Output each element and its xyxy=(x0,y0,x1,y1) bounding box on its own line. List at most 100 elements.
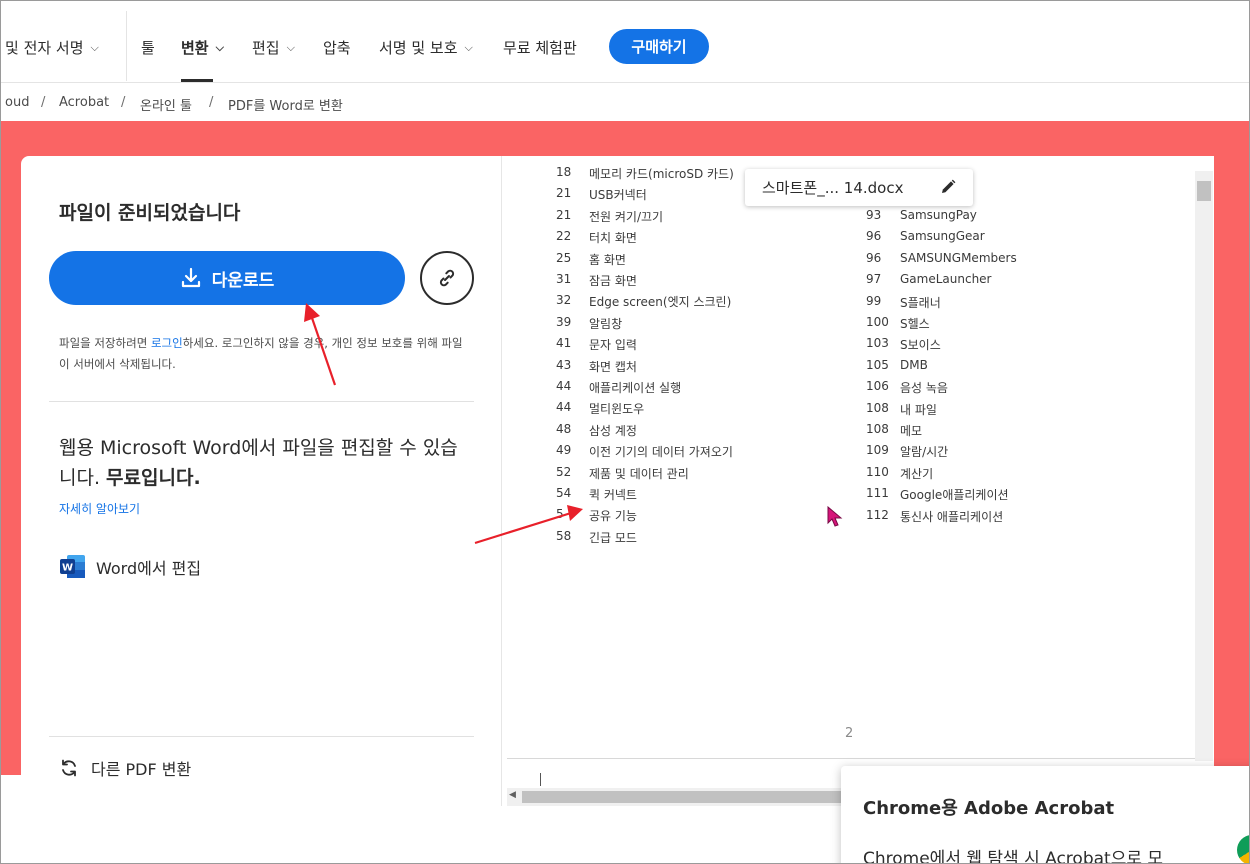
learn-more-link[interactable]: 자세히 알아보기 xyxy=(59,500,140,517)
toc-entry: 통신사 애플리케이션 xyxy=(900,510,1004,524)
toc-entry: Edge screen(엣지 스크린) xyxy=(589,295,732,309)
toc-page-number: 100 xyxy=(866,315,889,329)
toc-entry: 계산기 xyxy=(900,467,934,481)
nav-label: 및 전자 서명 xyxy=(5,39,84,57)
breadcrumb: oud / Acrobat / 온라인 툴 / PDF를 Word로 변환 xyxy=(1,83,1249,121)
toc-entry: S헬스 xyxy=(900,317,930,331)
toc-entry: 애플리케이션 실행 xyxy=(589,381,682,395)
toc-entry: 메모리 카드(microSD 카드) xyxy=(589,167,734,181)
toc-page-number: 110 xyxy=(866,465,889,479)
save-note: 파일을 저장하려면 로그인하세요. 로그인하지 않을 경우, 개인 정보 보호를… xyxy=(59,333,469,375)
convert-another-pdf-button[interactable]: 다른 PDF 변환 xyxy=(59,756,191,780)
download-label: 다운로드 xyxy=(211,270,275,290)
toc-entry: 제품 및 데이터 관리 xyxy=(589,467,689,481)
toc-page-number: 96 xyxy=(866,251,882,265)
toc-entry: 문자 입력 xyxy=(589,338,637,352)
toc-page-number: 49 xyxy=(556,443,572,457)
nav-label: 서명 및 보호 xyxy=(379,39,458,57)
nav-item-sign[interactable]: 및 전자 서명 ⌵ xyxy=(5,37,99,58)
browser-frame: 및 전자 서명 ⌵ 툴 변환 ⌵ 편집 ⌵ 압축 서명 및 보호 ⌵ 무료 체험… xyxy=(0,0,1250,864)
toc-page-number: 22 xyxy=(556,229,572,243)
save-note-text: 파일을 저장하려면 xyxy=(59,336,151,350)
nav-item-compress[interactable]: 압축 xyxy=(323,37,351,58)
toc-page-number: 5 xyxy=(556,507,564,521)
pencil-icon[interactable] xyxy=(939,178,957,196)
vertical-scroll-thumb[interactable] xyxy=(1197,181,1211,201)
horizontal-scroll-thumb[interactable] xyxy=(522,791,842,803)
toc-entry: 퀵 커넥트 xyxy=(589,488,637,502)
toc-page-number: 58 xyxy=(556,529,572,543)
toc-page-number: 112 xyxy=(866,508,889,522)
toc-entry: SamsungPay xyxy=(900,208,977,222)
toc-page-number: 43 xyxy=(556,358,572,372)
download-button[interactable]: 다운로드 xyxy=(49,251,405,305)
breadcrumb-separator: / xyxy=(41,95,46,110)
svg-text:W: W xyxy=(62,563,73,574)
toc-entry: 삼성 계정 xyxy=(589,424,637,438)
result-panel: 파일이 준비되었습니다 다운로드 파일을 저장하려면 로그인하세요. 로그인하지… xyxy=(21,156,501,806)
toc-entry: 잠금 화면 xyxy=(589,274,637,288)
toc-page-number: 44 xyxy=(556,400,572,414)
file-ready-title: 파일이 준비되었습니다 xyxy=(59,202,241,224)
text-cursor xyxy=(540,773,541,786)
nav-label: 툴 xyxy=(141,39,155,57)
top-navigation: 및 전자 서명 ⌵ 툴 변환 ⌵ 편집 ⌵ 압축 서명 및 보호 ⌵ 무료 체험… xyxy=(1,1,1249,83)
link-icon xyxy=(439,269,455,287)
nav-label: 무료 체험판 xyxy=(503,39,577,57)
page-bottom-edge xyxy=(507,758,1197,759)
active-tab-indicator xyxy=(181,79,213,82)
toc-page-number: 44 xyxy=(556,379,572,393)
chrome-extension-promo[interactable]: Chrome용 Adobe Acrobat Chrome에서 웹 탐색 시 Ac… xyxy=(841,766,1249,864)
toc-entry: 홈 화면 xyxy=(589,253,626,267)
toc-entry: SamsungGear xyxy=(900,229,985,243)
toc-entry: USB커넥터 xyxy=(589,188,647,202)
vertical-scrollbar[interactable] xyxy=(1195,171,1213,761)
toc-page-number: 48 xyxy=(556,422,572,436)
toc-entry: 내 파일 xyxy=(900,403,937,417)
document-preview[interactable]: 통신사 애플리케이션 112 Google애플리케이션 111 계산기 110 알람/시간 1… xyxy=(501,156,1214,806)
page-number: 2 xyxy=(845,726,854,741)
nav-item-edit[interactable]: 편집 ⌵ xyxy=(252,37,295,58)
toc-page-number: 99 xyxy=(866,294,882,308)
toc-entry: 멀티윈도우 xyxy=(589,402,645,416)
toc-entry: S보이스 xyxy=(900,338,941,352)
chevron-down-icon: ⌵ xyxy=(286,40,295,54)
nav-label: 압축 xyxy=(323,39,351,57)
nav-item-tools[interactable]: 툴 xyxy=(141,37,155,58)
promo-bold-text: 무료입니다. xyxy=(106,467,201,489)
breadcrumb-item[interactable]: Acrobat xyxy=(59,95,109,110)
edit-in-word-button[interactable]: W Word에서 편집 xyxy=(59,553,201,580)
toc-entry: 전원 켜기/끄기 xyxy=(589,210,664,224)
nav-item-sign-protect[interactable]: 서명 및 보호 ⌵ xyxy=(379,37,473,58)
toc-page-number: 93 xyxy=(866,208,882,222)
toc-page-number: 54 xyxy=(556,486,572,500)
nav-item-free-trial[interactable]: 무료 체험판 xyxy=(503,37,577,58)
toc-page-number: 39 xyxy=(556,315,572,329)
section-divider xyxy=(49,736,474,737)
chevron-down-icon: ⌵ xyxy=(464,40,473,54)
nav-label: 편집 xyxy=(252,39,280,57)
toc-entry: 알림창 xyxy=(589,317,623,331)
login-link[interactable]: 로그인 xyxy=(151,336,183,350)
toc-page-number: 41 xyxy=(556,336,572,350)
download-icon xyxy=(181,267,200,288)
toc-page-number: 97 xyxy=(866,272,882,286)
toc-page-number: 109 xyxy=(866,443,889,457)
toc-entry: DMB xyxy=(900,358,928,372)
chrome-promo-description: Chrome에서 웹 탐색 시 Acrobat으로 모 xyxy=(863,849,1164,864)
breadcrumb-item[interactable]: 온라인 툴 xyxy=(140,95,192,114)
scroll-left-arrow-icon[interactable]: ◀ xyxy=(509,790,516,800)
convert-another-label: 다른 PDF 변환 xyxy=(91,760,192,779)
nav-divider xyxy=(126,11,127,81)
share-link-button[interactable] xyxy=(420,251,474,305)
toc-entry: S플래너 xyxy=(900,296,941,310)
chevron-down-icon: ⌵ xyxy=(90,40,99,54)
nav-item-convert[interactable]: 변환 ⌵ xyxy=(181,37,224,58)
mouse-pointer-icon xyxy=(827,506,843,527)
file-name-chip[interactable]: 스마트폰_... 14.docx xyxy=(745,169,973,206)
toc-entry: 음성 녹음 xyxy=(900,381,948,395)
breadcrumb-item[interactable]: oud xyxy=(5,95,29,110)
buy-button[interactable]: 구매하기 xyxy=(609,29,709,64)
toc-page-number: 108 xyxy=(866,422,889,436)
toc-page-number: 96 xyxy=(866,229,882,243)
